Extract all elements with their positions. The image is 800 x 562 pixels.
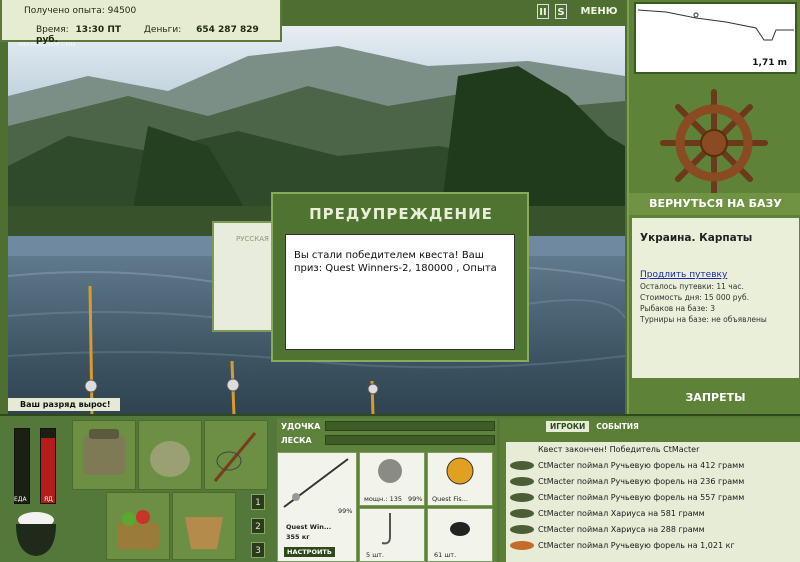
fish-icon [510, 493, 534, 502]
extend-trip-link[interactable]: Продлить путевку [640, 270, 791, 280]
player-info: Получено опыта: 94500 Время: 13:30 ПТ Де… [0, 0, 282, 45]
rod-tension-bar [325, 421, 495, 431]
bag-slot[interactable] [72, 420, 136, 490]
dialog-message: Вы стали победителем квеста! Ваш приз: Q… [285, 234, 515, 350]
reel-icon [378, 459, 402, 483]
fish-icon [510, 477, 534, 486]
tackle-panel: УДОЧКА ЛЕСКА 99% Quest Win... 355 кг НАС… [277, 418, 497, 562]
events-list[interactable]: Квест закончен! Победитель CtMacter CtMa… [506, 442, 800, 562]
food-meter [14, 428, 30, 504]
fishers-count: Рыбаков на базе: 3 [640, 304, 715, 313]
location-title: Украина. Карпаты [640, 232, 753, 244]
bottom-panel: ЕДА ЯД 1 2 3 УДОЧКА ЛЕСКА 99% Quest Win.… [0, 414, 800, 562]
basket-icon [117, 510, 159, 549]
reel-condition: 99% [408, 495, 423, 503]
trip-cost: Стоимость дня: 15 000 руб. [640, 293, 749, 302]
page-1-button[interactable]: 1 [251, 494, 265, 510]
fish-icon [510, 541, 534, 550]
experience-label: Получено опыта: [24, 6, 105, 16]
bait-item[interactable]: 61 шт. [427, 508, 493, 562]
top-controls: II S МЕНЮ [531, 4, 623, 20]
poison-label: ЯД [44, 496, 53, 503]
rod-bar-label: УДОЧКА [281, 422, 321, 431]
fish-icon [510, 461, 534, 470]
landing-net-slot[interactable] [204, 420, 268, 490]
page-2-button[interactable]: 2 [251, 518, 265, 534]
background-window: РУССКАЯ [212, 221, 274, 332]
rod-condition: 99% [338, 507, 353, 515]
bag-icon [83, 429, 125, 475]
dialog-title: ПРЕДУПРЕЖДЕНИЕ [309, 205, 493, 223]
poison-meter [40, 428, 56, 504]
events-panel: ИГРОКИ СОБЫТИЯ Квест закончен! Победител… [500, 418, 800, 562]
right-panel: 1,71 m ВЕРНУТЬСЯ НА БАЗУ Украина. Карпат… [627, 0, 800, 414]
fish-icon [510, 525, 534, 534]
event-entry: CtMacter поймал Хариуса на 581 грамм [506, 506, 800, 522]
game-screen: INSTALLSOFT.RU Получено опыта: 94500 Вре… [0, 0, 800, 562]
reel-power: мощн.: 135 [364, 495, 402, 503]
pause-button[interactable]: II [537, 4, 549, 19]
time-label: Время: [36, 25, 69, 35]
rod-item[interactable]: 99% Quest Win... 355 кг НАСТРОИТЬ [277, 452, 357, 562]
time-value: 13:30 ПТ [75, 25, 121, 35]
bait-count: 61 шт. [434, 551, 457, 559]
line-spool-icon [446, 457, 474, 485]
sack-icon [150, 441, 190, 477]
rank-up-notice: Ваш разряд вырос! [8, 398, 120, 411]
trip-remaining: Осталось путевки: 11 час. [640, 282, 744, 291]
bait-bug-icon [450, 522, 470, 536]
location-card: Украина. Карпаты Продлить путевку Остало… [632, 218, 799, 378]
fishing-rod-3[interactable] [360, 381, 390, 414]
depth-profile [637, 9, 794, 41]
line-tension-bar [325, 435, 495, 445]
landing-net-icon [213, 432, 257, 482]
tab-events[interactable]: СОБЫТИЯ [592, 421, 643, 432]
events-tabs: ИГРОКИ СОБЫТИЯ [546, 421, 643, 436]
fish-icon [510, 509, 534, 518]
rod-icon [283, 458, 349, 508]
fishing-rod-1[interactable] [78, 286, 108, 414]
rod-name: Quest Win... [286, 523, 332, 531]
rod-weight: 355 кг [286, 533, 310, 541]
event-entry: CtMacter поймал Ручьевую форель на 412 г… [506, 458, 800, 474]
background-window-label: РУССКАЯ [236, 235, 269, 243]
sound-button[interactable]: S [555, 4, 567, 19]
money-label: Деньги: [143, 25, 182, 35]
return-to-base-button[interactable]: ВЕРНУТЬСЯ НА БАЗУ [629, 193, 800, 215]
tab-players[interactable]: ИГРОКИ [546, 421, 590, 432]
bucket-icon [185, 517, 223, 549]
tournaments-status: Турниры на базе: не объявлены [640, 315, 767, 324]
ship-wheel-icon[interactable] [659, 88, 769, 198]
pot-icon[interactable] [12, 508, 60, 560]
bucket-slot[interactable] [172, 492, 236, 560]
hook-item[interactable]: 5 шт. [359, 508, 425, 562]
trip-details: Осталось путевки: 11 час. Стоимость дня:… [640, 281, 791, 325]
hook-icon [381, 513, 391, 545]
reel-item[interactable]: мощн.: 135 99% [359, 452, 425, 506]
fishing-rod-2[interactable] [220, 361, 250, 414]
line-bar-label: ЛЕСКА [281, 436, 312, 445]
setup-button[interactable]: НАСТРОИТЬ [284, 547, 335, 557]
line-item[interactable]: Quest Fis... [427, 452, 493, 506]
hooks-count: 5 шт. [366, 551, 385, 559]
sack-slot[interactable] [138, 420, 202, 490]
page-3-button[interactable]: 3 [251, 542, 265, 558]
bans-button[interactable]: ЗАПРЕТЫ [629, 387, 800, 409]
event-entry: CtMacter поймал Ручьевую форель на 557 г… [506, 490, 800, 506]
basket-slot[interactable] [106, 492, 170, 560]
food-label: ЕДА [14, 496, 27, 503]
experience-value: 94500 [107, 6, 137, 16]
menu-button[interactable]: МЕНЮ [577, 4, 621, 19]
warning-dialog[interactable]: ПРЕДУПРЕЖДЕНИЕ Вы стали победителем квес… [271, 192, 529, 362]
event-entry: CtMacter поймал Ручьевую форель на 1,021… [506, 538, 800, 554]
event-entry: CtMacter поймал Ручьевую форель на 236 г… [506, 474, 800, 490]
event-entry: Квест закончен! Победитель CtMacter [538, 445, 700, 454]
event-entry: CtMacter поймал Хариуса на 288 грамм [506, 522, 800, 538]
depth-chart: 1,71 m [634, 2, 797, 74]
line-name: Quest Fis... [432, 495, 468, 503]
depth-value: 1,71 m [752, 58, 787, 68]
